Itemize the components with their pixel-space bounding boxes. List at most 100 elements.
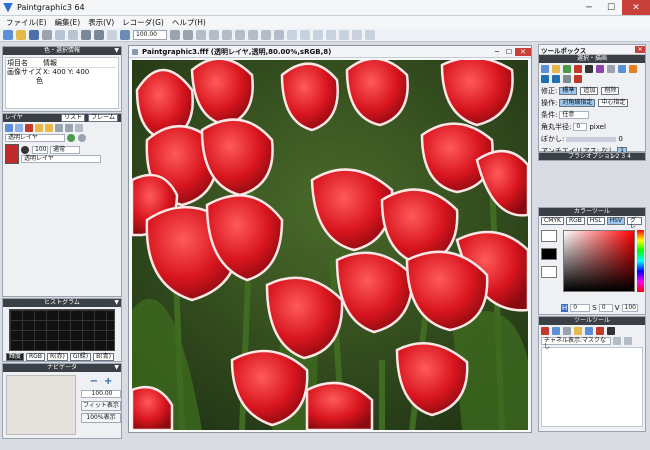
tab-gray[interactable]: グレー <box>627 217 642 236</box>
channel-view-icon[interactable] <box>607 327 615 335</box>
lock-icon[interactable] <box>75 124 83 132</box>
radius-input[interactable]: 0 <box>573 123 588 131</box>
maximize-button[interactable]: ☐ <box>600 0 622 15</box>
channel-delete-icon[interactable] <box>596 327 604 335</box>
fit-button[interactable]: フィット表示 <box>81 401 121 411</box>
move-tool-icon[interactable] <box>607 65 615 73</box>
layer-icon[interactable] <box>235 29 245 40</box>
tab-green[interactable]: G(緑) <box>69 353 92 361</box>
menu-file[interactable]: ファイル(E) <box>6 17 47 28</box>
tile-icon[interactable] <box>339 29 349 40</box>
settings-icon[interactable] <box>78 134 86 142</box>
visibility-icon[interactable] <box>21 145 29 154</box>
up-icon[interactable] <box>55 124 63 132</box>
open-folder-icon[interactable] <box>16 29 26 40</box>
tab-cmyk[interactable]: CMYK <box>541 217 564 225</box>
new-layer-icon[interactable] <box>5 124 13 132</box>
magnet-tool-icon[interactable] <box>574 75 582 83</box>
bg-color-swatch[interactable] <box>541 248 557 260</box>
grid-icon[interactable] <box>107 29 117 40</box>
eraser-tool-icon[interactable] <box>563 75 571 83</box>
v-input[interactable]: 100 <box>621 304 638 312</box>
resize-icon[interactable] <box>222 29 232 40</box>
layer-opacity[interactable]: 100 <box>32 145 48 154</box>
gradient-tool-icon[interactable] <box>629 65 637 73</box>
cond-select[interactable]: 任意 <box>559 111 590 119</box>
zoom-in-button[interactable]: + <box>104 376 112 387</box>
hue-slider[interactable] <box>637 230 644 292</box>
channel-blue-icon[interactable] <box>552 327 560 335</box>
menu-edit[interactable]: 編集(E) <box>55 17 81 28</box>
h-input[interactable]: 0 <box>570 304 591 312</box>
tab-hsl[interactable]: HSL <box>586 217 605 225</box>
tab-rgb-color[interactable]: RGB <box>565 217 585 225</box>
channel-undo-icon[interactable] <box>585 327 593 335</box>
tab-luminance[interactable]: 輝度 <box>6 353 25 361</box>
tab-list[interactable]: リスト <box>61 114 86 122</box>
doc-close-button[interactable]: ✕ <box>515 47 531 56</box>
tab-frame[interactable]: フレーム <box>88 114 118 122</box>
edit-add[interactable]: 追加 <box>580 87 599 95</box>
op-diagonal[interactable]: 対角線指定 <box>559 99 596 107</box>
zoom-icon[interactable] <box>120 29 130 40</box>
lasso-tool-icon[interactable] <box>618 65 626 73</box>
new-file-icon[interactable] <box>3 29 13 40</box>
adjust-icon[interactable] <box>261 29 271 40</box>
panel-menu-icon[interactable]: ▼ <box>114 47 119 55</box>
rotate-left-icon[interactable] <box>170 29 180 40</box>
edit-remove[interactable]: 削除 <box>601 87 620 95</box>
tab-hsv[interactable]: HSV <box>606 217 626 225</box>
blur-slider[interactable] <box>566 136 617 142</box>
shape-tool-icon[interactable] <box>574 65 582 73</box>
channel-red-icon[interactable] <box>541 327 549 335</box>
panel-menu-icon[interactable]: ▼ <box>114 299 119 307</box>
redo-icon[interactable] <box>94 29 104 40</box>
filter-icon[interactable] <box>248 29 258 40</box>
channel-gray-icon[interactable] <box>563 327 571 335</box>
prev-icon[interactable] <box>287 29 297 40</box>
layer-thumbnail[interactable] <box>5 144 19 164</box>
stamp-tool-icon[interactable] <box>596 65 604 73</box>
layer-blend[interactable]: 通常 <box>50 145 80 154</box>
menu-recorder[interactable]: レコーダ(G) <box>122 17 164 28</box>
channel-select[interactable]: チャネル表示:マスクなし <box>541 337 611 350</box>
copy-icon[interactable] <box>55 29 65 40</box>
navigator-preview[interactable] <box>6 375 76 435</box>
channel-mask-icon[interactable] <box>574 327 582 335</box>
text-tool-icon[interactable] <box>585 65 593 73</box>
brush-tab-2[interactable]: 2 <box>616 153 620 160</box>
doc-minimize-button[interactable]: ─ <box>491 48 503 56</box>
delete-layer-icon[interactable] <box>25 124 33 132</box>
color-icon[interactable] <box>274 29 284 40</box>
fg-color-swatch[interactable] <box>541 230 557 242</box>
brush-tab-3[interactable]: 3 <box>621 153 625 160</box>
image-canvas[interactable] <box>132 60 528 430</box>
select-tool-icon[interactable] <box>541 65 549 73</box>
channel-trash-icon[interactable] <box>624 337 632 345</box>
down-icon[interactable] <box>65 124 73 132</box>
transparent-swatch[interactable] <box>541 266 557 278</box>
panel-icon[interactable] <box>326 29 336 40</box>
ellipse-select-icon[interactable] <box>552 75 560 83</box>
actual-size-button[interactable]: 100%表示 <box>81 413 121 423</box>
layer-name[interactable]: 透明レイヤ <box>21 154 101 163</box>
brush-tab-1[interactable]: 1 <box>610 153 614 160</box>
panel-menu-icon[interactable]: ▼ <box>114 364 119 372</box>
window-icon[interactable] <box>313 29 323 40</box>
tab-blue[interactable]: B(青) <box>93 353 114 361</box>
paste-icon[interactable] <box>68 29 78 40</box>
zoom-select[interactable]: 100.00 <box>133 29 167 40</box>
cascade-icon[interactable] <box>352 29 362 40</box>
brush-tab-4[interactable]: 4 <box>627 153 631 160</box>
sv-picker[interactable] <box>563 230 635 292</box>
add-icon[interactable] <box>67 134 75 142</box>
brush-tool-icon[interactable] <box>552 65 560 73</box>
close-button[interactable]: ✕ <box>622 0 650 15</box>
undo-icon[interactable] <box>81 29 91 40</box>
channel-new-icon[interactable] <box>613 337 621 345</box>
menu-view[interactable]: 表示(V) <box>88 17 114 28</box>
next-icon[interactable] <box>300 29 310 40</box>
toolbox-close-button[interactable]: ✕ <box>635 46 645 53</box>
zoom-out-button[interactable]: − <box>90 376 98 387</box>
doc-maximize-button[interactable]: ☐ <box>503 48 515 56</box>
